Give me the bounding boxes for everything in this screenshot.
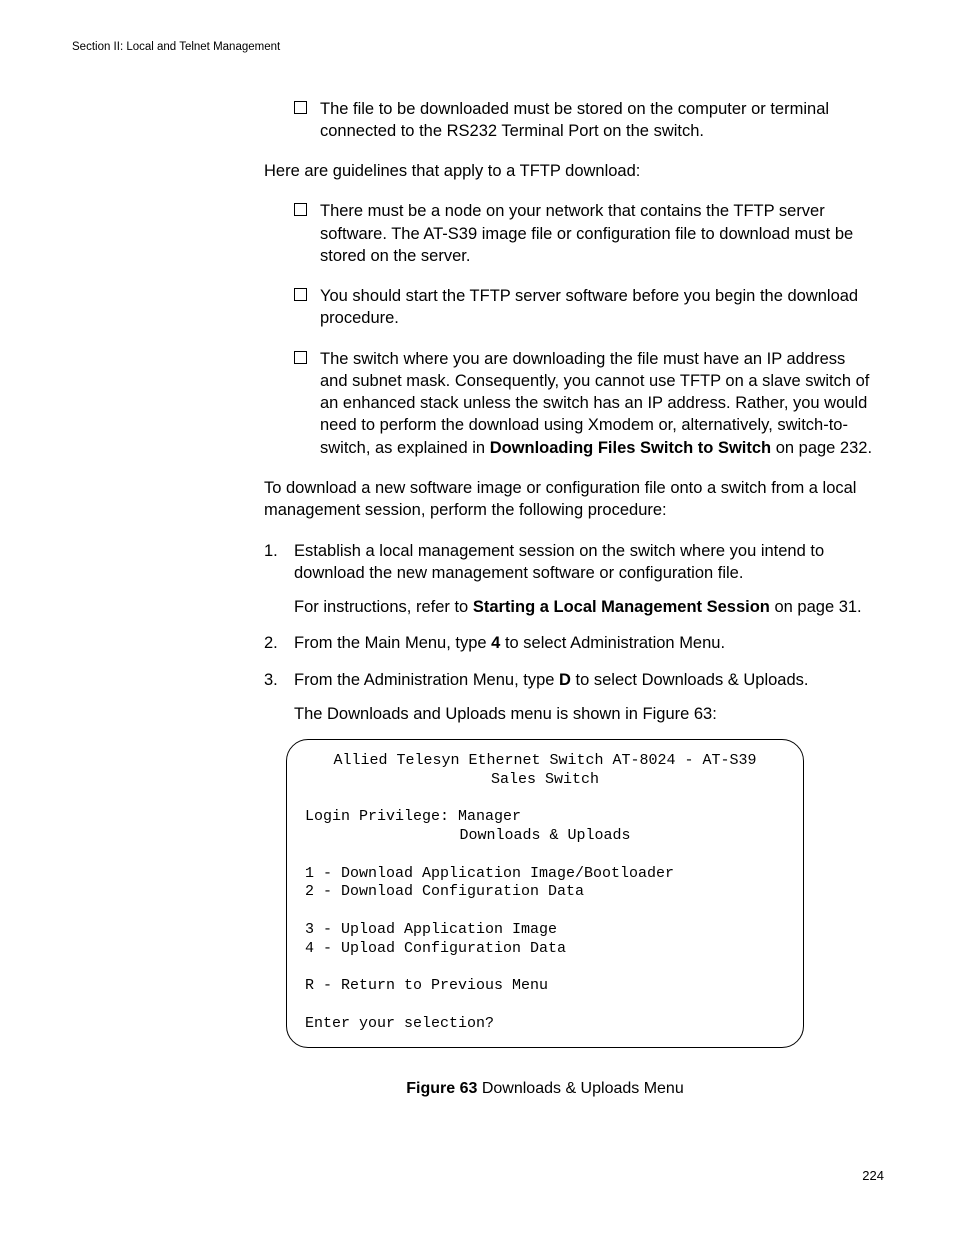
checkbox-empty-icon bbox=[294, 351, 307, 364]
terminal-line: 1 - Download Application Image/Bootloade… bbox=[305, 865, 674, 882]
text-run: on page 31. bbox=[770, 598, 862, 616]
bold-text: Downloading Files Switch to Switch bbox=[490, 439, 771, 457]
terminal-figure: Allied Telesyn Ethernet Switch AT-8024 -… bbox=[286, 739, 804, 1100]
bold-text: D bbox=[559, 671, 571, 689]
text-run: on page 232. bbox=[771, 439, 872, 457]
numbered-steps: 1. Establish a local management session … bbox=[264, 540, 874, 726]
page-content: The file to be downloaded must be stored… bbox=[264, 98, 874, 1100]
text-run: For instructions, refer to bbox=[294, 598, 473, 616]
figure-caption: Figure 63 Downloads & Uploads Menu bbox=[286, 1078, 804, 1100]
terminal-line: 4 - Upload Configuration Data bbox=[305, 940, 566, 957]
step-number: 1. bbox=[264, 540, 278, 562]
step-number: 2. bbox=[264, 632, 278, 654]
text-run: From the Administration Menu, type bbox=[294, 671, 559, 689]
terminal-line: Login Privilege: Manager bbox=[305, 808, 521, 825]
step-item: 1. Establish a local management session … bbox=[264, 540, 874, 619]
paragraph: To download a new software image or conf… bbox=[264, 477, 874, 522]
terminal-line: 2 - Download Configuration Data bbox=[305, 883, 584, 900]
checklist-item: The file to be downloaded must be stored… bbox=[264, 98, 874, 143]
checkbox-empty-icon bbox=[294, 288, 307, 301]
checkbox-empty-icon bbox=[294, 101, 307, 114]
step-item: 2. From the Main Menu, type 4 to select … bbox=[264, 632, 874, 654]
text-run: From the Main Menu, type bbox=[294, 634, 491, 652]
terminal-line: Sales Switch bbox=[305, 771, 785, 790]
bold-text: 4 bbox=[491, 634, 500, 652]
step-subtext: The Downloads and Uploads menu is shown … bbox=[294, 703, 874, 725]
checklist-item: You should start the TFTP server softwar… bbox=[264, 285, 874, 330]
checklist-text: There must be a node on your network tha… bbox=[320, 202, 853, 265]
checklist-text: The file to be downloaded must be stored… bbox=[320, 100, 829, 140]
terminal-line: Enter your selection? bbox=[305, 1015, 494, 1032]
terminal-line: R - Return to Previous Menu bbox=[305, 977, 548, 994]
figure-label: Figure 63 bbox=[406, 1080, 477, 1097]
checklist-2: There must be a node on your network tha… bbox=[264, 200, 874, 459]
step-item: 3. From the Administration Menu, type D … bbox=[264, 669, 874, 726]
page: Section II: Local and Telnet Management … bbox=[0, 0, 954, 1235]
checklist-text: The switch where you are downloading the… bbox=[320, 350, 872, 457]
checklist-item: There must be a node on your network tha… bbox=[264, 200, 874, 267]
step-text: From the Administration Menu, type D to … bbox=[294, 671, 809, 689]
step-text: From the Main Menu, type 4 to select Adm… bbox=[294, 634, 725, 652]
step-text: Establish a local management session on … bbox=[294, 542, 824, 582]
checkbox-empty-icon bbox=[294, 203, 307, 216]
terminal-line: Downloads & Uploads bbox=[305, 827, 785, 846]
step-number: 3. bbox=[264, 669, 278, 691]
terminal-screen: Allied Telesyn Ethernet Switch AT-8024 -… bbox=[286, 739, 804, 1048]
terminal-line: Allied Telesyn Ethernet Switch AT-8024 -… bbox=[305, 752, 785, 771]
checklist-text: You should start the TFTP server softwar… bbox=[320, 287, 858, 327]
figure-title: Downloads & Uploads Menu bbox=[477, 1080, 683, 1097]
terminal-line: 3 - Upload Application Image bbox=[305, 921, 557, 938]
text-run: to select Downloads & Uploads. bbox=[571, 671, 809, 689]
running-head: Section II: Local and Telnet Management bbox=[72, 40, 884, 56]
text-run: to select Administration Menu. bbox=[500, 634, 725, 652]
step-subtext: For instructions, refer to Starting a Lo… bbox=[294, 596, 874, 618]
paragraph: Here are guidelines that apply to a TFTP… bbox=[264, 160, 874, 182]
bold-text: Starting a Local Management Session bbox=[473, 598, 770, 616]
checklist-item: The switch where you are downloading the… bbox=[264, 348, 874, 459]
page-number: 224 bbox=[862, 1167, 884, 1185]
checklist-1: The file to be downloaded must be stored… bbox=[264, 98, 874, 143]
